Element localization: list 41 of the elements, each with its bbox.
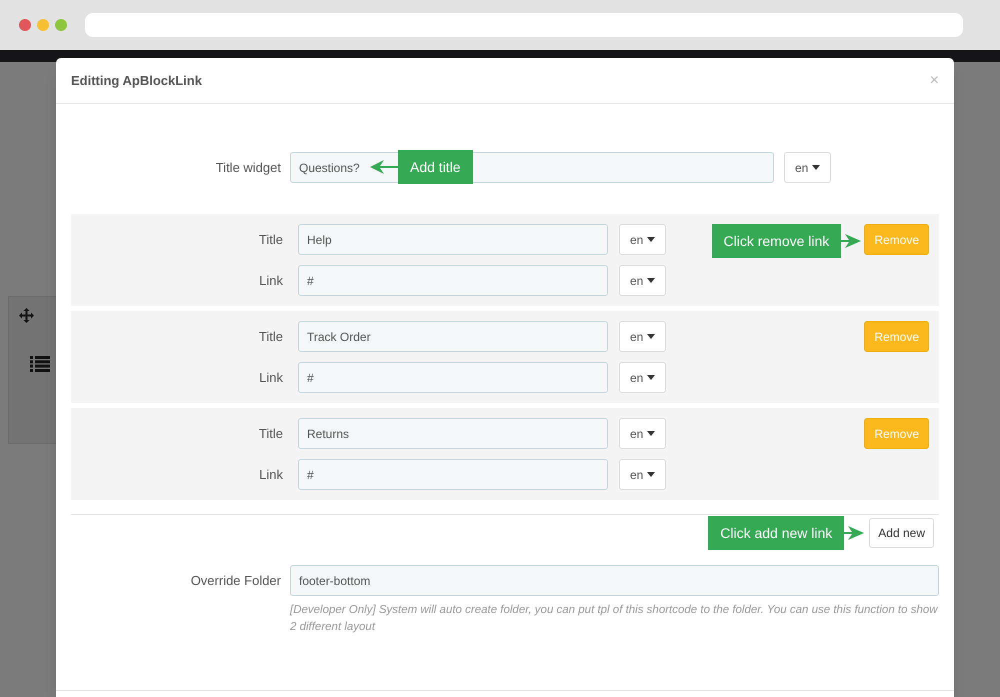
field-label: Title	[258, 328, 283, 346]
callout-label: Click add new link	[708, 516, 844, 550]
field-label: Link	[258, 466, 283, 484]
add-new-button[interactable]: Add new	[869, 518, 934, 548]
field-label: Link	[258, 368, 283, 387]
language-dropdown[interactable]: en	[619, 321, 666, 352]
language-dropdown[interactable]: en	[619, 418, 666, 449]
language-dropdown[interactable]: en	[619, 459, 666, 490]
caret-icon	[647, 334, 656, 339]
arrow-icon	[370, 160, 398, 174]
text-field[interactable]: footer-bottom	[290, 565, 939, 596]
field-label: Title widget	[214, 158, 281, 177]
caret-icon	[647, 278, 656, 283]
arrow-icon	[844, 526, 864, 540]
field-label: Link	[258, 272, 283, 290]
caret-icon	[647, 237, 656, 242]
caret-icon	[647, 431, 656, 436]
caret-icon	[647, 472, 656, 477]
field-label: Override Folder	[190, 572, 281, 590]
move-icon	[19, 308, 34, 323]
caret-icon	[647, 375, 656, 380]
language-dropdown[interactable]: en	[619, 362, 666, 393]
modal-title: Editting ApBlockLink	[71, 72, 202, 90]
list-icon	[30, 356, 50, 372]
field-label: Title	[258, 230, 283, 249]
language-dropdown[interactable]: en	[619, 224, 666, 255]
callout-label: Add title	[398, 150, 473, 184]
language-dropdown[interactable]: en	[619, 265, 666, 296]
arrow-icon	[841, 234, 862, 248]
field-label: Title	[258, 424, 283, 443]
text-field[interactable]: Returns	[298, 418, 608, 449]
text-field[interactable]: #	[298, 459, 608, 490]
address-bar[interactable]	[85, 13, 963, 37]
help-text: [Developer Only] System will auto create folder, you can put tpl of this shortcode to the folder. You can use this function to show 2 different layout	[290, 603, 939, 635]
text-field[interactable]: Help	[298, 224, 608, 255]
text-field[interactable]: Track Order	[298, 321, 608, 352]
text-field[interactable]: #	[298, 362, 608, 393]
text-field[interactable]: #	[298, 265, 608, 296]
callout-label: Click remove link	[712, 224, 842, 258]
caret-icon	[812, 165, 820, 170]
language-dropdown[interactable]: en	[784, 152, 832, 183]
